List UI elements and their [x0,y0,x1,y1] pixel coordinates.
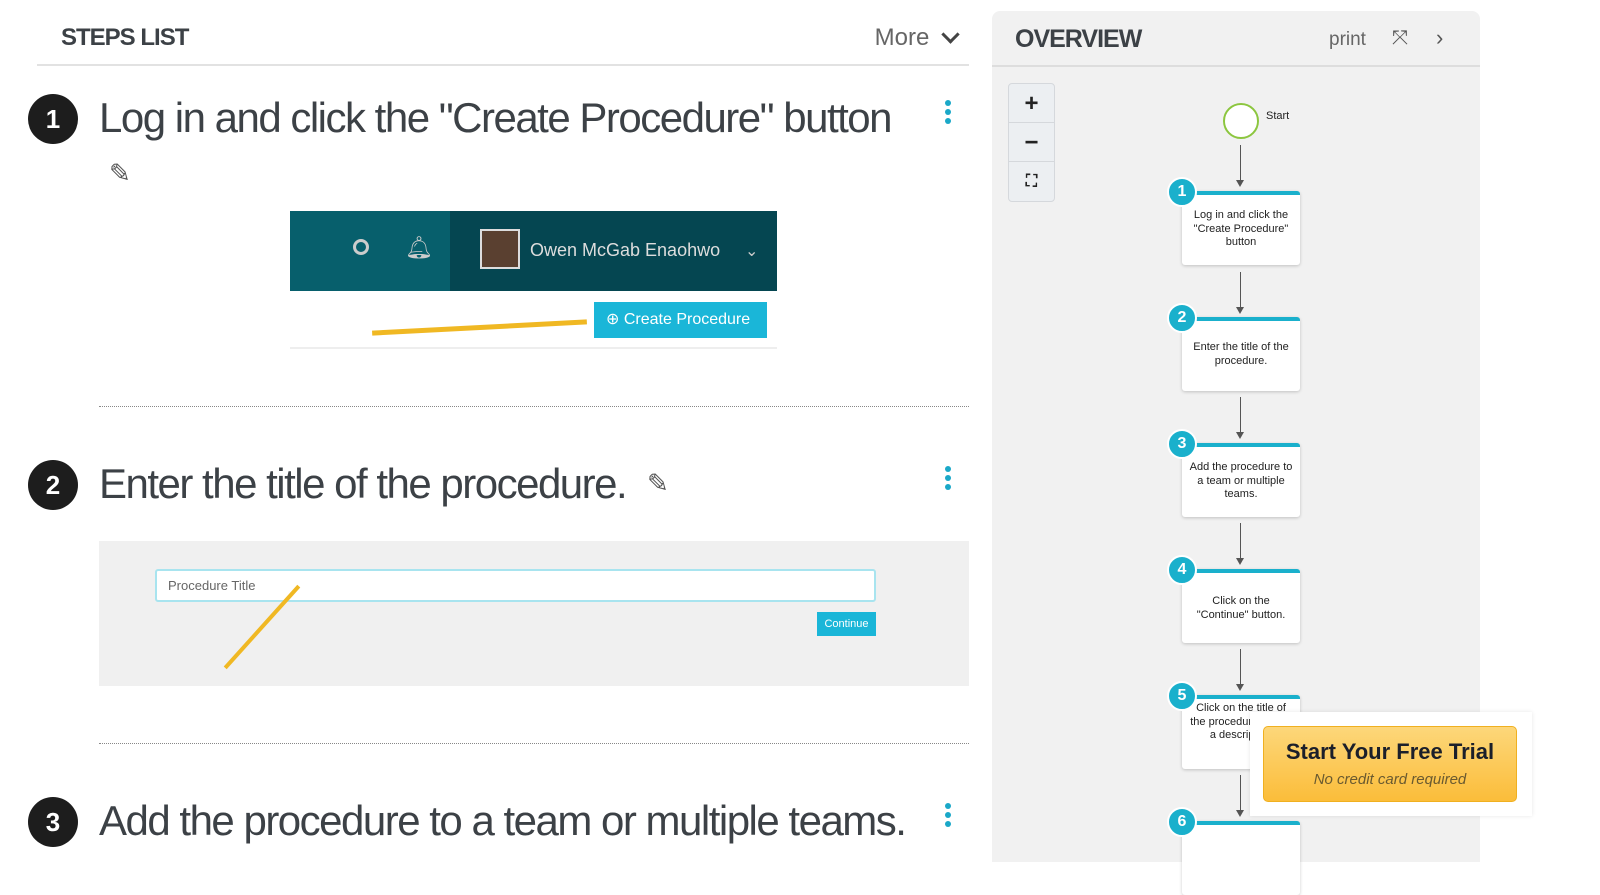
zoom-out-button[interactable]: − [1009,123,1054,162]
start-free-trial-button[interactable]: Start Your Free Trial No credit card req… [1263,726,1517,802]
trial-title: Start Your Free Trial [1285,739,1495,764]
flow-arrow [1236,272,1244,314]
step-number: 1 [28,94,78,144]
pencil-icon[interactable]: ✎ [109,158,131,189]
zoom-controls: + − ⛶ [1008,83,1055,202]
overview-title: OVERVIEW [1015,25,1142,53]
divider [99,743,969,744]
start-node [1223,103,1259,139]
start-label: Start [1266,110,1290,122]
flow-node[interactable]: 4 Click on the "Continue" button. [1167,555,1300,643]
steps-list-panel: STEPS LIST More 1 Log in and click the "… [28,0,969,847]
overview-header: OVERVIEW print ⤧ › [992,11,1480,67]
step-title[interactable]: Enter the title of the procedure. [99,460,628,508]
flow-node[interactable]: 2 Enter the title of the procedure. [1167,303,1300,391]
flow-node[interactable]: 6 [1167,807,1300,895]
chevron-down-icon: ⌄ [745,243,759,260]
expand-icon[interactable]: ⤧ [1392,27,1408,50]
pencil-icon[interactable]: ✎ [647,468,669,499]
continue-button: Continue [817,612,876,636]
step-title[interactable]: Add the procedure to a team or multiple … [99,797,907,845]
avatar [480,229,520,269]
flow-arrow [1236,649,1244,691]
kebab-menu-icon[interactable] [945,100,951,127]
kebab-menu-icon[interactable] [945,466,951,493]
user-name: Owen McGab Enaohwo [530,240,721,260]
procedure-title-field: Procedure Title [155,569,876,602]
flow-node[interactable]: 3 Add the procedure to a team or multiple… [1167,429,1300,517]
steps-list-header: STEPS LIST More [37,0,969,66]
step-number: 2 [28,460,78,510]
flow-arrow [1236,775,1244,817]
print-link[interactable]: print [1329,29,1366,51]
step-number: 3 [28,797,78,847]
step-screenshot: Procedure Title Continue [99,541,969,686]
more-label: More [874,24,930,51]
step-title[interactable]: Log in and click the "Create Procedure" … [99,94,893,142]
trial-subtitle: No credit card required [1313,771,1467,788]
free-trial-widget: Start Your Free Trial No credit card req… [1250,712,1532,816]
more-dropdown[interactable]: More [875,24,965,52]
zoom-in-button[interactable]: + [1009,84,1054,123]
flow-arrow [1236,397,1244,439]
step-screenshot: 🔔︎ Owen McGab Enaohwo ⌄ ⊕ Create Procedu… [290,211,777,349]
chevron-right-icon[interactable]: › [1436,25,1443,51]
fit-screen-button[interactable]: ⛶ [1009,162,1054,201]
create-procedure-button: ⊕ Create Procedure [594,302,767,338]
bell-icon: 🔔︎ [405,235,433,260]
search-icon [353,239,369,255]
divider [99,406,969,407]
flow-node[interactable]: 1 Log in and click the "Create Procedure"… [1167,177,1300,265]
steps-list-title: STEPS LIST [61,24,189,51]
flow-arrow [1236,523,1244,565]
flow-arrow [1236,145,1244,187]
chevron-down-icon [941,25,960,44]
kebab-menu-icon[interactable] [945,803,951,830]
arrow-annotation [372,319,587,336]
